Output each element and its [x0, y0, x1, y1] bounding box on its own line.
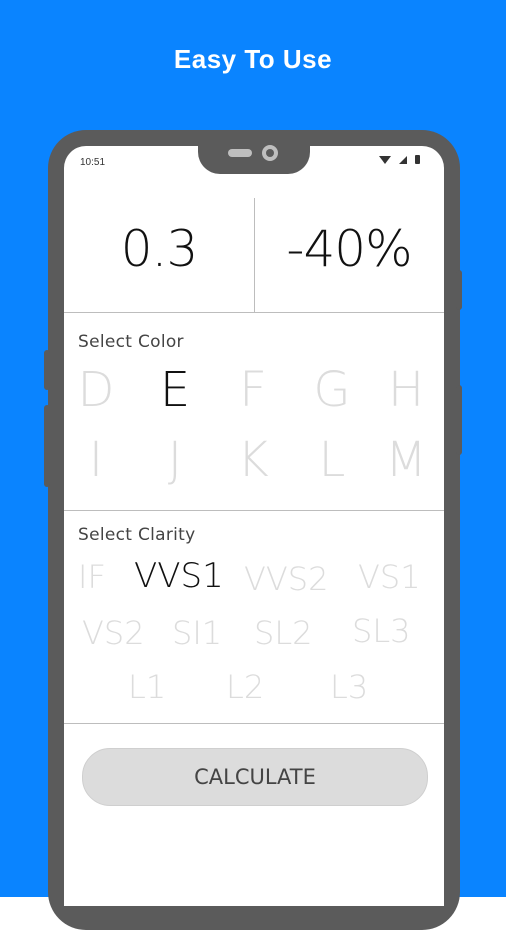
calculate-button[interactable]: CALCULATE — [82, 748, 428, 806]
clarity-option-vs2[interactable]: VS2 — [82, 614, 145, 652]
wifi-icon — [379, 155, 391, 164]
status-time: 10:51 — [80, 157, 106, 168]
price-change-value: -40% — [286, 220, 412, 278]
phone-notch — [198, 130, 310, 174]
color-option-m[interactable]: M — [376, 432, 436, 488]
battery-icon — [415, 155, 420, 164]
color-option-k[interactable]: K — [223, 432, 283, 488]
clarity-option-l2[interactable]: L2 — [226, 668, 264, 706]
select-color-label: Select Color — [78, 332, 184, 352]
divider — [64, 510, 444, 511]
color-option-e[interactable]: E — [145, 362, 205, 418]
results-panel: 0.3 -40% — [64, 198, 444, 312]
clarity-option-l3[interactable]: L3 — [330, 668, 368, 706]
clarity-option-sl3[interactable]: SL3 — [352, 612, 411, 650]
phone-side-button — [456, 270, 462, 310]
clarity-option-if[interactable]: IF — [78, 558, 106, 596]
carat-value: 0.3 — [120, 220, 199, 278]
color-option-g[interactable]: G — [302, 362, 362, 418]
phone-side-button — [44, 405, 50, 487]
clarity-option-vvs2[interactable]: VVS2 — [244, 560, 328, 598]
color-option-d[interactable]: D — [66, 362, 126, 418]
select-clarity-label: Select Clarity — [78, 525, 196, 545]
status-icons — [379, 155, 420, 164]
promo-title: Easy To Use — [173, 44, 333, 74]
speaker-icon — [228, 149, 252, 157]
phone-side-button — [456, 385, 462, 455]
color-option-i[interactable]: I — [66, 432, 126, 488]
clarity-option-si1[interactable]: SI1 — [172, 614, 222, 652]
phone-side-button — [44, 350, 50, 390]
divider — [64, 723, 444, 724]
color-option-l[interactable]: L — [302, 432, 362, 488]
clarity-option-sl2[interactable]: SL2 — [254, 614, 313, 652]
color-option-j[interactable]: J — [145, 432, 205, 488]
color-option-h[interactable]: H — [376, 362, 436, 418]
camera-icon — [262, 145, 278, 161]
clarity-option-l1[interactable]: L1 — [128, 668, 166, 706]
clarity-option-vs1[interactable]: VS1 — [358, 558, 421, 596]
divider — [64, 312, 444, 313]
clarity-option-vvs1[interactable]: VVS1 — [134, 556, 224, 596]
color-option-f[interactable]: F — [223, 362, 283, 418]
signal-icon — [399, 155, 407, 164]
